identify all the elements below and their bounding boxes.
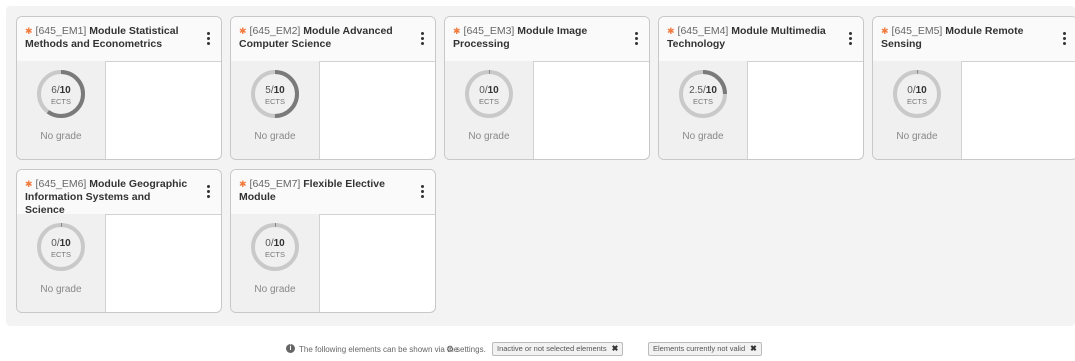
- module-code: [645_EM6]: [35, 178, 87, 190]
- filter-chip-inactive[interactable]: Inactive or not selected elements ✖: [492, 342, 624, 356]
- grade-label: No grade: [682, 131, 724, 142]
- modules-panel: ✱ [645_EM1] Module Statistical Methods an…: [6, 6, 1075, 326]
- credits-value: 2.5/10 ECTS: [689, 85, 717, 106]
- grade-label: No grade: [40, 131, 82, 142]
- more-options-icon[interactable]: [419, 185, 425, 199]
- close-icon[interactable]: ✖: [612, 344, 619, 353]
- more-options-icon[interactable]: [1061, 32, 1067, 46]
- star-icon: ✱: [453, 26, 461, 36]
- credits-column: 5/10 ECTS No grade: [231, 61, 320, 159]
- grade-label: No grade: [468, 131, 510, 142]
- card-header: ✱ [645_EM4] Module Multimedia Technology: [659, 17, 863, 62]
- card-header: ✱ [645_EM6] Module Geographic Information…: [17, 170, 221, 217]
- credits-value: 6/10 ECTS: [50, 85, 71, 106]
- credits-value: 5/10 ECTS: [264, 85, 285, 106]
- module-code: [645_EM2]: [249, 25, 301, 37]
- module-code: [645_EM1]: [35, 25, 87, 37]
- star-icon: ✱: [667, 26, 675, 36]
- card-header: ✱ [645_EM2] Module Advanced Computer Scie…: [231, 17, 435, 62]
- more-options-icon[interactable]: [205, 32, 211, 46]
- more-options-icon[interactable]: [847, 32, 853, 46]
- module-title: ✱ [645_EM2] Module Advanced Computer Scie…: [239, 25, 407, 51]
- credits-column: 0/10 ECTS No grade: [873, 61, 962, 159]
- star-icon: ✱: [239, 179, 247, 189]
- gear-icon[interactable]: ⚙: [446, 344, 454, 355]
- footer-text: The following elements can be shown via …: [299, 345, 459, 354]
- module-card[interactable]: ✱ [645_EM2] Module Advanced Computer Scie…: [230, 16, 436, 160]
- module-code: [645_EM5]: [891, 25, 943, 37]
- more-options-icon[interactable]: [633, 32, 639, 46]
- card-header: ✱ [645_EM7] Flexible Elective Module: [231, 170, 435, 215]
- credits-column: 0/10 ECTS No grade: [231, 214, 320, 312]
- credits-value: 0/10 ECTS: [50, 238, 71, 259]
- module-title: ✱ [645_EM5] Module Remote Sensing: [881, 25, 1049, 51]
- card-header: ✱ [645_EM3] Module Image Processing: [445, 17, 649, 62]
- credits-column: 0/10 ECTS No grade: [17, 214, 106, 312]
- grade-label: No grade: [254, 131, 296, 142]
- star-icon: ✱: [25, 179, 33, 189]
- grade-label: No grade: [254, 284, 296, 295]
- star-icon: ✱: [881, 26, 889, 36]
- module-code: [645_EM3]: [463, 25, 515, 37]
- module-code: [645_EM7]: [249, 178, 301, 190]
- credits-value: 0/10 ECTS: [264, 238, 285, 259]
- module-card[interactable]: ✱ [645_EM5] Module Remote Sensing 0/10 ECT…: [872, 16, 1075, 160]
- card-header: ✱ [645_EM5] Module Remote Sensing: [873, 17, 1075, 62]
- filter-chip-not-valid[interactable]: Elements currently not valid ✖: [648, 342, 762, 356]
- grade-label: No grade: [40, 284, 82, 295]
- card-header: ✱ [645_EM1] Module Statistical Methods an…: [17, 17, 221, 62]
- module-card[interactable]: ✱ [645_EM6] Module Geographic Information…: [16, 169, 222, 313]
- module-title: ✱ [645_EM7] Flexible Elective Module: [239, 178, 407, 204]
- star-icon: ✱: [25, 26, 33, 36]
- credits-column: 0/10 ECTS No grade: [445, 61, 534, 159]
- module-card[interactable]: ✱ [645_EM4] Module Multimedia Technology …: [658, 16, 864, 160]
- module-code: [645_EM4]: [677, 25, 729, 37]
- more-options-icon[interactable]: [419, 32, 425, 46]
- module-card[interactable]: ✱ [645_EM3] Module Image Processing 0/10 E…: [444, 16, 650, 160]
- module-card[interactable]: ✱ [645_EM7] Flexible Elective Module 0/10…: [230, 169, 436, 313]
- module-title: ✱ [645_EM3] Module Image Processing: [453, 25, 621, 51]
- footer-text-settings: settings.: [456, 345, 486, 354]
- credits-column: 6/10 ECTS No grade: [17, 61, 106, 159]
- credits-value: 0/10 ECTS: [906, 85, 927, 106]
- grade-label: No grade: [896, 131, 938, 142]
- module-card[interactable]: ✱ [645_EM1] Module Statistical Methods an…: [16, 16, 222, 160]
- star-icon: ✱: [239, 26, 247, 36]
- credits-column: 2.5/10 ECTS No grade: [659, 61, 748, 159]
- close-icon[interactable]: ✖: [750, 344, 757, 353]
- more-options-icon[interactable]: [205, 185, 211, 199]
- footer-hint: i The following elements can be shown vi…: [0, 342, 1075, 361]
- module-title: ✱ [645_EM6] Module Geographic Information…: [25, 178, 193, 217]
- module-title: ✱ [645_EM1] Module Statistical Methods an…: [25, 25, 193, 51]
- credits-value: 0/10 ECTS: [478, 85, 499, 106]
- info-icon: i: [286, 344, 295, 353]
- module-title: ✱ [645_EM4] Module Multimedia Technology: [667, 25, 835, 51]
